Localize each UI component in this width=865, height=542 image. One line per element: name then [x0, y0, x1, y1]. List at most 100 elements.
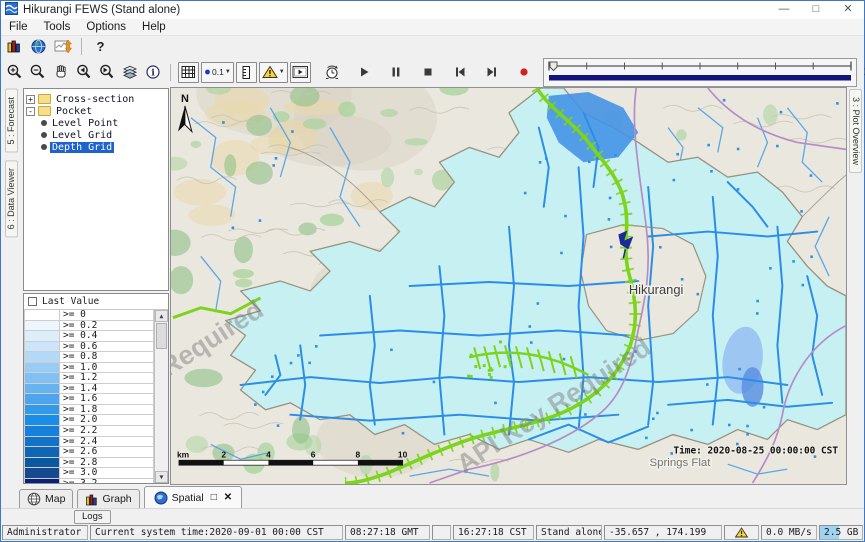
info-icon[interactable]: i — [142, 62, 163, 83]
contour-threshold-dropdown[interactable]: 0.1 ▼ — [201, 62, 234, 83]
close-button[interactable]: ✕ — [832, 1, 864, 19]
globe-map-icon[interactable] — [28, 36, 49, 57]
chevron-down-icon: ▼ — [279, 69, 285, 75]
minimize-button[interactable]: — — [768, 1, 800, 19]
legend-color-swatch — [24, 363, 60, 374]
legend-header: Last Value — [24, 294, 168, 309]
tab-graph[interactable]: Graph — [77, 489, 139, 508]
status-network-speed: 0.0 MB/s — [761, 525, 817, 540]
legend-color-swatch — [24, 394, 60, 405]
expand-icon[interactable]: + — [26, 95, 35, 104]
pan-hand-icon[interactable] — [50, 62, 71, 83]
grid-display-button[interactable] — [178, 62, 199, 83]
tab-spatial[interactable]: Spatial □ ✕ — [144, 486, 243, 508]
collapse-icon[interactable]: - — [26, 107, 35, 116]
archive-icon[interactable] — [4, 36, 25, 57]
help-button[interactable]: ? — [90, 36, 111, 57]
menu-help[interactable]: Help — [134, 20, 174, 34]
legend-row: >= 3.2 — [24, 479, 154, 483]
movie-player-button[interactable] — [290, 62, 311, 83]
toolbar-separator — [81, 38, 82, 55]
status-gmt-time: 08:27:18 GMT — [345, 525, 430, 540]
pause-button[interactable] — [386, 62, 407, 83]
chevron-down-icon: ▼ — [225, 69, 231, 75]
legend-row: >= 2.2 — [24, 426, 154, 437]
place-label: Springs Flat — [650, 457, 712, 469]
tab-map[interactable]: Map — [19, 489, 73, 508]
status-bar: Administrator Current system time:2020-0… — [1, 524, 864, 541]
tab-close-icon[interactable]: ✕ — [224, 492, 232, 503]
svg-text:km: km — [177, 449, 189, 459]
tab-forecast[interactable]: 5 : Forecast — [5, 89, 18, 153]
app-logo-icon — [5, 2, 18, 18]
app-window: Hikurangi FEWS (Stand alone) — □ ✕ File … — [0, 0, 865, 542]
main-toolbar: ? — [1, 36, 864, 57]
zoom-out-icon[interactable] — [27, 62, 48, 83]
legend-color-swatch — [24, 468, 60, 479]
animation-timer-icon[interactable] — [322, 62, 343, 83]
spatial-display-icon[interactable] — [52, 36, 73, 57]
zoom-previous-icon[interactable] — [73, 62, 94, 83]
warning-threshold-dropdown[interactable]: ▼ — [259, 62, 288, 83]
legend-row-label: >= 2.2 — [60, 426, 154, 437]
record-button[interactable] — [514, 62, 535, 83]
filter-tree: + Cross-section - Pocket Level Point Lev… — [23, 88, 169, 291]
scroll-thumb[interactable] — [156, 323, 167, 349]
maximize-button[interactable]: □ — [800, 1, 832, 19]
svg-text:2: 2 — [221, 449, 226, 459]
legend-scrollbar[interactable]: ▲ ▼ — [155, 310, 168, 483]
menu-file[interactable]: File — [1, 20, 36, 34]
svg-text:6: 6 — [311, 449, 316, 459]
globe-grid-icon — [27, 492, 41, 506]
tab-plot-overview[interactable]: 3 : Plot Overview — [849, 89, 862, 173]
bar-chart-icon — [85, 493, 98, 506]
node-bullet-icon — [41, 144, 47, 150]
tree-item-level-grid[interactable]: Level Grid — [26, 129, 166, 141]
status-warning-cell[interactable] — [724, 525, 759, 540]
timeline-thumb[interactable] — [550, 62, 557, 71]
legend-color-swatch — [24, 405, 60, 416]
tree-item-level-point[interactable]: Level Point — [26, 117, 166, 129]
legend-color-swatch — [24, 373, 60, 384]
legend-row-label: >= 0 — [60, 310, 154, 321]
legend-color-swatch — [24, 384, 60, 395]
map-view[interactable]: API Key Required API Key Required N km 2… — [170, 87, 847, 485]
scroll-up-icon[interactable]: ▲ — [155, 310, 168, 322]
skip-to-end-button[interactable] — [482, 62, 503, 83]
timeline-slider[interactable] — [543, 58, 857, 87]
last-value-checkbox[interactable] — [28, 297, 37, 306]
zoom-in-icon[interactable] — [4, 62, 25, 83]
depth-legend: Last Value >= 0 >= 0.2 >= 0.4 — [23, 293, 169, 484]
tab-maximize-icon[interactable]: □ — [211, 492, 217, 503]
logs-button[interactable]: Logs — [74, 510, 111, 524]
left-tab-strip: 5 : Forecast 6 : Data Viewer — [1, 87, 22, 485]
node-bullet-icon — [41, 132, 47, 138]
legend-rows: >= 0 >= 0.2 >= 0.4 >= 0.6 >= 0.8 — [24, 310, 155, 483]
bottom-tab-bar: Map Graph Spatial □ ✕ — [1, 485, 864, 508]
status-spacer — [432, 525, 451, 540]
play-button[interactable] — [354, 62, 375, 83]
zoom-next-icon[interactable] — [96, 62, 117, 83]
legend-color-swatch — [24, 437, 60, 448]
legend-color-swatch — [24, 479, 60, 483]
scroll-down-icon[interactable]: ▼ — [155, 471, 168, 483]
title-bar: Hikurangi FEWS (Stand alone) — □ ✕ — [1, 1, 864, 19]
svg-text:i: i — [151, 67, 155, 78]
status-mode: Stand alone — [536, 525, 602, 540]
timeline-track[interactable] — [546, 59, 854, 83]
stop-button[interactable] — [418, 62, 439, 83]
folder-icon — [38, 94, 51, 104]
longitudinal-profile-button[interactable] — [236, 62, 257, 83]
tab-data-viewer[interactable]: 6 : Data Viewer — [5, 160, 18, 237]
menu-tools[interactable]: Tools — [36, 20, 79, 34]
legend-row-label: >= 3.2 — [60, 479, 154, 483]
legend-color-swatch — [24, 447, 60, 458]
tree-item-depth-grid[interactable]: Depth Grid — [26, 141, 166, 153]
tree-item-cross-section[interactable]: + Cross-section — [26, 93, 166, 105]
window-title: Hikurangi FEWS (Stand alone) — [23, 4, 180, 16]
skip-to-start-button[interactable] — [450, 62, 471, 83]
menu-options[interactable]: Options — [78, 20, 134, 34]
layers-icon[interactable] — [119, 62, 140, 83]
tree-item-pocket[interactable]: - Pocket — [26, 105, 166, 117]
blue-globe-icon — [154, 491, 168, 505]
